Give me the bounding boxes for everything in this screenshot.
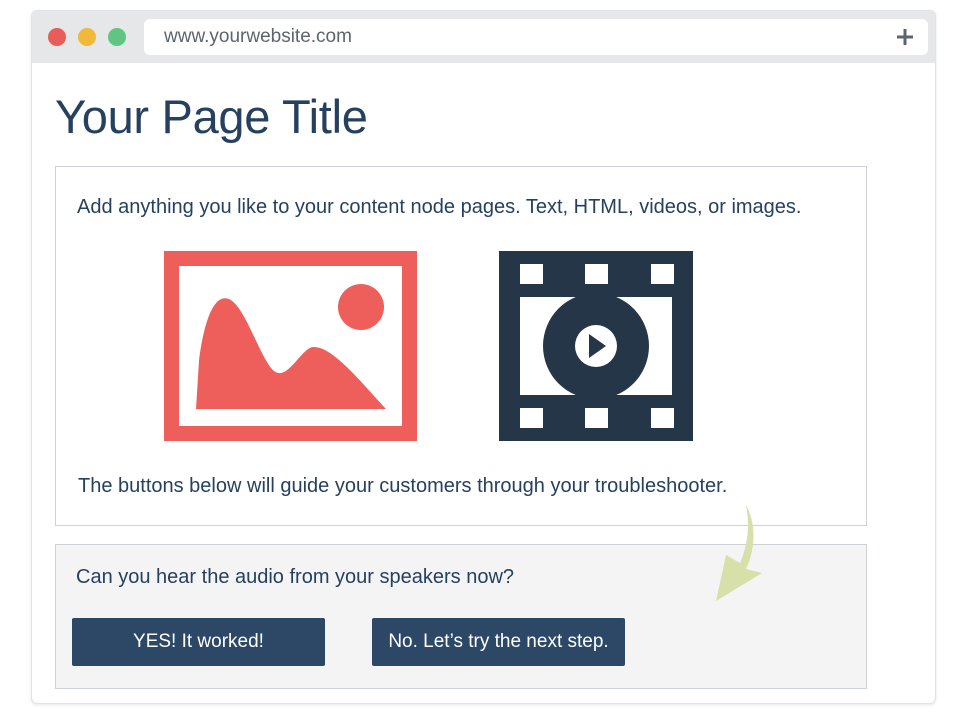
content-outro-text: The buttons below will guide your custom… xyxy=(78,475,728,497)
video-icon xyxy=(499,251,693,441)
curved-arrow-icon xyxy=(716,505,762,601)
browser-window: www.yourwebsite.com Your Page Title Add … xyxy=(31,10,936,704)
troubleshooter-question: Can you hear the audio from your speaker… xyxy=(76,566,515,588)
try-next-step-button[interactable]: No. Let’s try the next step. xyxy=(372,618,625,666)
address-bar[interactable]: www.yourwebsite.com xyxy=(144,19,928,55)
minimize-window-button[interactable] xyxy=(78,28,96,46)
yes-it-worked-button[interactable]: YES! It worked! xyxy=(72,618,325,666)
close-window-button[interactable] xyxy=(48,28,66,46)
zoom-window-button[interactable] xyxy=(108,28,126,46)
content-panel: Add anything you like to your content no… xyxy=(55,166,867,526)
browser-titlebar: www.yourwebsite.com xyxy=(32,11,935,63)
page-title: Your Page Title xyxy=(55,90,368,143)
address-url[interactable]: www.yourwebsite.com xyxy=(164,19,352,55)
plus-icon[interactable] xyxy=(894,26,916,48)
image-icon xyxy=(164,251,417,441)
content-intro-text: Add anything you like to your content no… xyxy=(77,196,802,218)
